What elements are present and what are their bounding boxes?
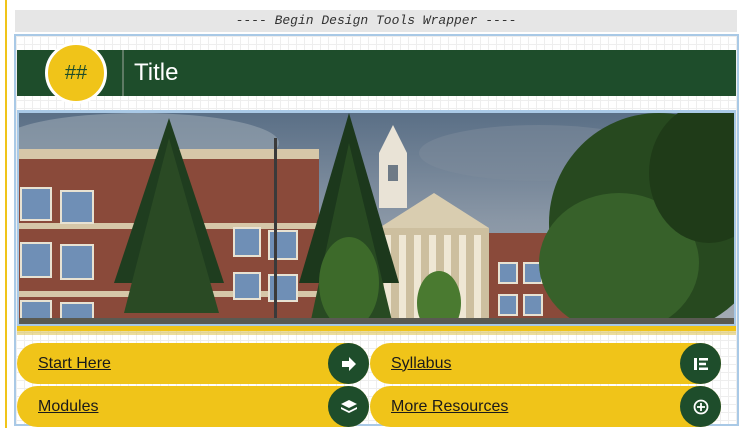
left-edge-rule	[5, 0, 7, 428]
more-resources-button[interactable]: More Resources	[370, 386, 721, 427]
hero-separator-shadow	[17, 331, 736, 335]
syllabus-label: Syllabus	[391, 354, 452, 372]
modules-button[interactable]: Modules	[17, 386, 369, 427]
design-tools-wrapper-banner: ---- Begin Design Tools Wrapper ----	[15, 10, 737, 32]
layers-icon	[328, 386, 369, 427]
title-divider	[122, 50, 124, 96]
modules-label: Modules	[38, 397, 99, 415]
module-number-badge: ##	[45, 42, 107, 104]
syllabus-button[interactable]: Syllabus	[370, 343, 721, 384]
hero-image	[17, 110, 736, 326]
more-resources-label: More Resources	[391, 397, 509, 415]
title-bar	[17, 50, 736, 96]
list-icon	[680, 343, 721, 384]
arrow-right-icon	[328, 343, 369, 384]
start-here-label: Start Here	[38, 354, 111, 372]
plus-circle-icon	[680, 386, 721, 427]
page-title: Title	[134, 59, 179, 86]
start-here-button[interactable]: Start Here	[17, 343, 369, 384]
